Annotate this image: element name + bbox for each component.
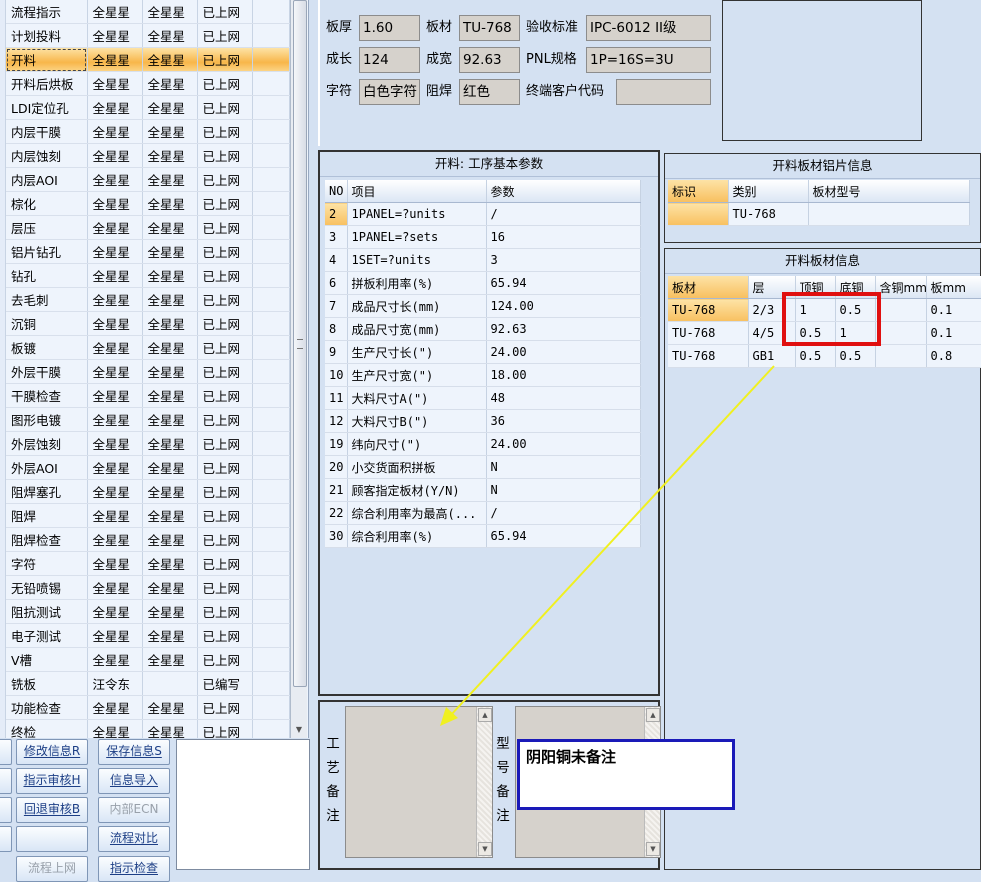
annotation-arrow-overlay xyxy=(440,365,775,726)
annotation-arrow-line xyxy=(449,365,775,717)
